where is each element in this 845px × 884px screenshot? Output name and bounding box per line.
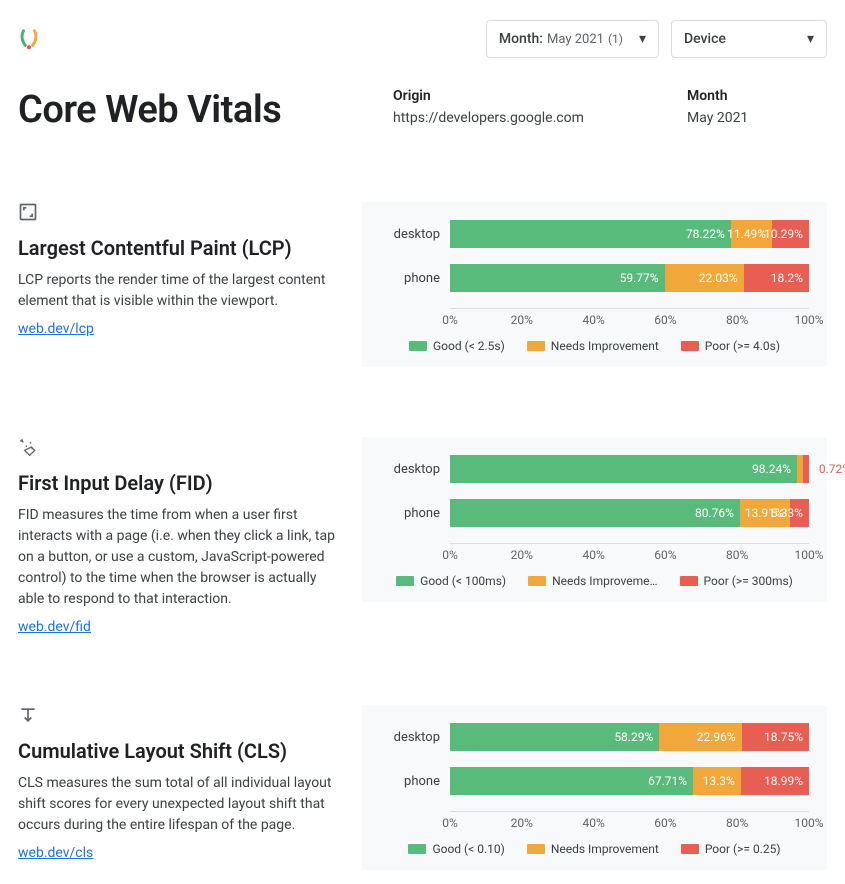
bar-category-label: desktop — [380, 730, 440, 745]
axis-tick: 40% — [582, 313, 604, 327]
axis-tick: 60% — [654, 313, 676, 327]
metric-cls: Cumulative Layout Shift (CLS) CLS measure… — [0, 705, 845, 870]
metric-link[interactable]: web.dev/cls — [18, 845, 93, 861]
bar-segment-needs-improvement: 13.3% — [693, 767, 741, 795]
chart-card: desktop 78.22%11.49%10.29% phone 59.77%22.0… — [362, 202, 827, 367]
bar-segment-good: 78.22% — [450, 220, 731, 248]
bar-segment-good: 59.77% — [450, 264, 665, 292]
x-axis: 0%20%40%60%80%100% — [450, 811, 809, 830]
device-selector-label: Device — [684, 31, 726, 47]
metric-description: CLS measures the sum total of all indivi… — [18, 773, 338, 836]
bar-segment-needs-improvement: 22.96% — [659, 723, 741, 751]
axis-tick: 20% — [511, 548, 533, 562]
bar-segment-poor: 18.75% — [742, 723, 809, 751]
axis-tick: 100% — [794, 548, 823, 562]
lcp-icon — [18, 202, 338, 226]
metric-title: Cumulative Layout Shift (CLS) — [18, 739, 338, 763]
bar-segment-poor: 0.72% — [803, 455, 809, 483]
chart-legend: Good (< 0.10) Needs Improvement Poor (>= 0… — [380, 842, 809, 856]
bar-row: desktop 58.29%22.96%18.75% — [380, 723, 809, 751]
legend-needs-improvement: Needs Improveme… — [528, 574, 657, 588]
month-value: May 2021 — [687, 110, 827, 126]
axis-tick: 100% — [794, 816, 823, 830]
axis-tick: 80% — [726, 816, 748, 830]
stacked-bar: 98.24% 0.72% — [450, 455, 809, 483]
page-title: Core Web Vitals — [18, 88, 353, 132]
bar-segment-poor: 10.29% — [772, 220, 809, 248]
fid-icon — [18, 437, 338, 461]
metric-link[interactable]: web.dev/fid — [18, 619, 91, 635]
stacked-bar: 80.76%13.91%5.33% — [450, 499, 809, 527]
stacked-bar: 67.71%13.3%18.99% — [450, 767, 809, 795]
bar-segment-poor: 18.2% — [744, 264, 809, 292]
legend-needs-improvement: Needs Improvement — [527, 842, 659, 856]
axis-tick: 20% — [511, 313, 533, 327]
metric-description: FID measures the time from when a user f… — [18, 505, 338, 610]
bar-category-label: desktop — [380, 227, 440, 242]
chart-legend: Good (< 100ms) Needs Improveme… Poor (>= 3… — [380, 574, 809, 588]
dropdown-caret-icon: ▾ — [807, 31, 814, 47]
bar-segment-good: 98.24% — [450, 455, 797, 483]
month-selector-count: (1) — [608, 32, 623, 46]
axis-tick: 0% — [442, 816, 458, 830]
month-selector[interactable]: Month: May 2021 (1) ▾ — [486, 20, 659, 58]
legend-poor: Poor (>= 4.0s) — [681, 339, 780, 353]
chart-card: desktop 58.29%22.96%18.75% phone 67.71%13.3… — [362, 705, 827, 870]
dropdown-caret-icon: ▾ — [639, 31, 646, 47]
axis-tick: 60% — [654, 548, 676, 562]
bar-category-label: phone — [380, 271, 440, 286]
legend-good: Good (< 2.5s) — [409, 339, 505, 353]
origin-label: Origin — [393, 88, 647, 104]
bar-row: phone 59.77%22.03%18.2% — [380, 264, 809, 292]
bar-row: desktop 98.24% 0.72% — [380, 455, 809, 483]
axis-tick: 100% — [794, 313, 823, 327]
bar-segment-good: 67.71% — [450, 767, 693, 795]
axis-tick: 40% — [582, 548, 604, 562]
bar-row: phone 67.71%13.3%18.99% — [380, 767, 809, 795]
axis-tick: 60% — [654, 816, 676, 830]
bar-category-label: phone — [380, 774, 440, 789]
bar-segment-poor: 18.99% — [741, 767, 809, 795]
axis-tick: 0% — [442, 313, 458, 327]
axis-tick: 40% — [582, 816, 604, 830]
legend-good: Good (< 100ms) — [396, 574, 506, 588]
bar-segment-good: 80.76% — [450, 499, 740, 527]
legend-poor: Poor (>= 300ms) — [680, 574, 793, 588]
axis-tick: 80% — [726, 548, 748, 562]
metric-title: Largest Contentful Paint (LCP) — [18, 236, 338, 260]
bar-row: desktop 78.22%11.49%10.29% — [380, 220, 809, 248]
chart-card: desktop 98.24% 0.72% phone 80.76%13.91%5.33%… — [362, 437, 827, 602]
axis-tick: 80% — [726, 313, 748, 327]
x-axis: 0%20%40%60%80%100% — [450, 308, 809, 327]
stacked-bar: 78.22%11.49%10.29% — [450, 220, 809, 248]
bar-segment-needs-improvement: 22.03% — [665, 264, 744, 292]
bar-segment-poor: 5.33% — [790, 499, 809, 527]
bar-row: phone 80.76%13.91%5.33% — [380, 499, 809, 527]
legend-good: Good (< 0.10) — [408, 842, 504, 856]
metric-fid: First Input Delay (FID) FID measures the … — [0, 437, 845, 635]
app-logo — [18, 28, 40, 50]
legend-poor: Poor (>= 0.25) — [681, 842, 781, 856]
axis-tick: 20% — [511, 816, 533, 830]
metric-link[interactable]: web.dev/lcp — [18, 321, 94, 337]
bar-category-label: desktop — [380, 462, 440, 477]
origin-value: https://developers.google.com — [393, 110, 647, 126]
axis-tick: 0% — [442, 548, 458, 562]
metric-title: First Input Delay (FID) — [18, 471, 338, 495]
month-label: Month — [687, 88, 827, 104]
bar-segment-good: 58.29% — [450, 723, 659, 751]
bar-category-label: phone — [380, 506, 440, 521]
chart-legend: Good (< 2.5s) Needs Improvement Poor (>= 4… — [380, 339, 809, 353]
metric-description: LCP reports the render time of the large… — [18, 270, 338, 312]
device-selector[interactable]: Device ▾ — [671, 20, 827, 58]
stacked-bar: 58.29%22.96%18.75% — [450, 723, 809, 751]
legend-needs-improvement: Needs Improvement — [527, 339, 659, 353]
stacked-bar: 59.77%22.03%18.2% — [450, 264, 809, 292]
month-selector-label: Month: — [499, 31, 543, 47]
x-axis: 0%20%40%60%80%100% — [450, 543, 809, 562]
cls-icon — [18, 705, 338, 729]
month-selector-value: May 2021 — [547, 32, 604, 47]
metric-lcp: Largest Contentful Paint (LCP) LCP report… — [0, 202, 845, 367]
